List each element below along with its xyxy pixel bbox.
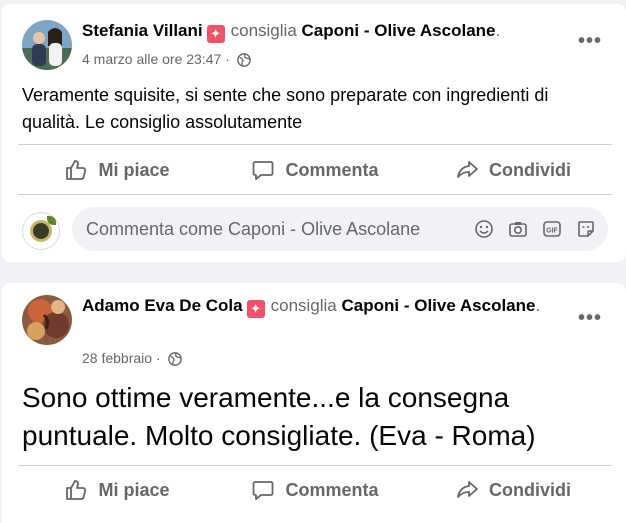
share-arrow-icon — [457, 161, 478, 178]
like-button[interactable]: Mi piace — [18, 470, 216, 510]
author-avatar[interactable] — [22, 295, 72, 345]
post-header: Adamo Eva De Cola ✦ consiglia Caponi - Oli… — [82, 294, 566, 318]
recommend-badge-icon: ✦ — [206, 25, 225, 43]
share-label: Condividi — [489, 159, 571, 180]
post-text: Veramente squisite, si sente che sono pr… — [22, 85, 549, 132]
smile-icon[interactable] — [474, 219, 494, 239]
comment-tools: GIF — [474, 219, 596, 239]
header-suffix: . — [495, 21, 501, 40]
post-card: Adamo Eva De Cola ✦ consiglia Caponi - Oli… — [2, 283, 626, 523]
thumbs-up-icon — [66, 480, 87, 500]
post-card: Stefania Villani ✦ consiglia Caponi - Oliv… — [2, 4, 626, 262]
share-button[interactable]: Condividi — [414, 470, 612, 510]
divider — [18, 144, 612, 145]
page-link[interactable]: Caponi - Olive Ascolane — [302, 21, 496, 40]
globe-icon — [167, 352, 182, 370]
comment-label: Commenta — [285, 159, 379, 180]
timestamp[interactable]: 4 marzo alle ore 23:47 · — [82, 51, 230, 67]
post-actions: Mi piace Commenta Condividi — [18, 150, 612, 190]
post-meta: 28 febbraio · — [82, 349, 182, 370]
comment-bubble-icon — [253, 161, 274, 180]
svg-text:GIF: GIF — [546, 228, 558, 235]
author-avatar[interactable] — [22, 20, 72, 70]
header-suffix: . — [535, 296, 541, 315]
more-options-icon[interactable]: ••• — [576, 307, 604, 331]
post-meta: 4 marzo alle ore 23:47 · — [82, 50, 251, 71]
page-link[interactable]: Caponi - Olive Ascolane — [342, 296, 536, 315]
comment-placeholder: Commenta come Caponi - Olive Ascolane — [86, 219, 421, 239]
comment-label: Commenta — [285, 479, 379, 500]
post-header: Stefania Villani ✦ consiglia Caponi - Oliv… — [82, 19, 566, 43]
page-avatar[interactable] — [22, 212, 60, 250]
share-button[interactable]: Condividi — [414, 150, 612, 190]
comment-button[interactable]: Commenta — [216, 470, 414, 510]
comment-bubble-icon — [253, 481, 274, 500]
thumbs-up-icon — [66, 160, 87, 180]
like-label: Mi piace — [98, 479, 170, 500]
recommend-verb: consiglia — [270, 296, 337, 315]
sticker-icon[interactable] — [576, 219, 596, 239]
like-button[interactable]: Mi piace — [18, 150, 216, 190]
comment-composer: Commenta come Caponi - Olive Ascolane GI… — [22, 207, 608, 251]
comment-input[interactable]: Commenta come Caponi - Olive Ascolane GI… — [72, 207, 608, 251]
post-actions: Mi piace Commenta Condividi — [18, 470, 612, 510]
globe-icon — [236, 53, 251, 71]
share-arrow-icon — [457, 481, 478, 498]
divider — [18, 465, 612, 466]
post-text: Sono ottime veramente...e la consegna pu… — [22, 382, 536, 451]
share-label: Condividi — [489, 479, 571, 500]
author-name[interactable]: Adamo Eva De Cola — [82, 296, 243, 315]
divider — [18, 194, 612, 195]
like-label: Mi piace — [98, 159, 170, 180]
comment-button[interactable]: Commenta — [216, 150, 414, 190]
recommend-verb: consiglia — [230, 21, 297, 40]
recommend-badge-icon: ✦ — [246, 300, 265, 318]
timestamp[interactable]: 28 febbraio · — [82, 350, 161, 366]
gif-icon[interactable]: GIF — [542, 219, 562, 239]
author-name[interactable]: Stefania Villani — [82, 21, 203, 40]
more-options-icon[interactable]: ••• — [576, 30, 604, 54]
camera-icon[interactable] — [508, 219, 528, 239]
